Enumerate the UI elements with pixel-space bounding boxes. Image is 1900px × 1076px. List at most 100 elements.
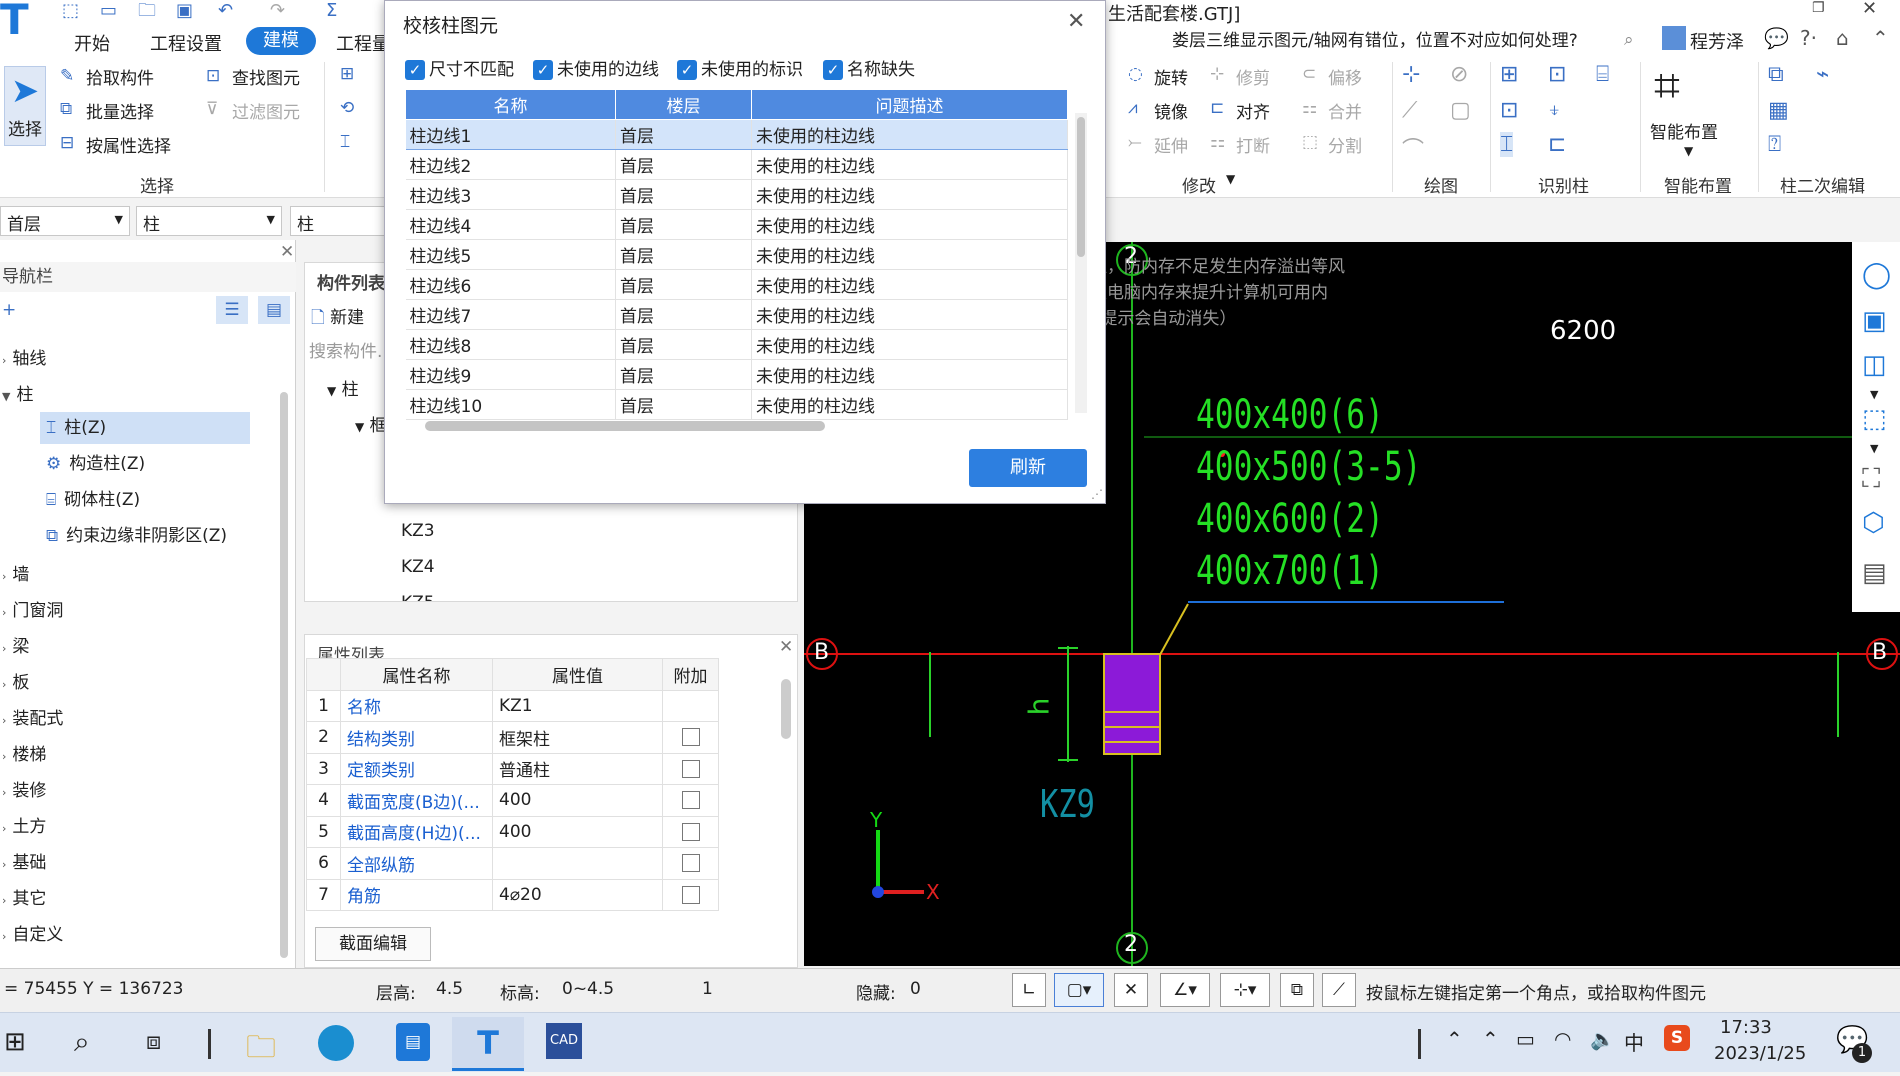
- nav-item[interactable]: › 轴线: [2, 344, 46, 369]
- col-table-icon[interactable]: ▦: [1768, 98, 1789, 123]
- property-scrollbar[interactable]: [781, 679, 791, 739]
- list-item[interactable]: KZ5: [401, 593, 435, 601]
- cell-name[interactable]: 柱边线8: [405, 329, 616, 360]
- skin-icon[interactable]: ⌂: [1836, 26, 1849, 50]
- property-value[interactable]: 400: [492, 784, 663, 817]
- draw-point-icon[interactable]: ⊹: [1402, 62, 1420, 87]
- offset-input-icon[interactable]: ⊹▾: [1220, 973, 1270, 1007]
- cell-floor[interactable]: 首层: [615, 329, 752, 360]
- object-snap-icon[interactable]: ▢▾: [1054, 973, 1104, 1007]
- nav-sub-item[interactable]: ⧉ 约束边缘非阴影区(Z): [40, 520, 227, 552]
- extra-checkbox-cell[interactable]: [662, 689, 719, 722]
- table-vertical-scrollbar[interactable]: [1075, 113, 1087, 413]
- nav-scrollbar[interactable]: [280, 392, 288, 958]
- identify-col-big-icon[interactable]: ⌸: [1596, 62, 1609, 87]
- extra-checkbox-cell[interactable]: [662, 878, 719, 911]
- app-logo-icon[interactable]: T: [0, 0, 34, 44]
- ime-indicator[interactable]: 中: [1624, 1027, 1644, 1056]
- table-row[interactable]: 柱边线5 首层 未使用的柱边线: [405, 239, 1068, 270]
- identify-col-check-icon[interactable]: ⌶: [1500, 132, 1514, 157]
- extra-checkbox-cell[interactable]: [662, 847, 719, 880]
- view-cube-icon[interactable]: ⬚: [1862, 404, 1887, 434]
- file-explorer-icon[interactable]: 🗀: [246, 1025, 276, 1076]
- pick-component-button[interactable]: 拾取构件: [86, 64, 154, 89]
- document-app-icon[interactable]: ▤: [396, 1023, 430, 1061]
- tree-root[interactable]: ▼ 柱: [327, 375, 359, 400]
- resize-grip-icon[interactable]: ⋰: [1091, 487, 1103, 501]
- filter-unused-edges[interactable]: ✓ 未使用的边线: [533, 55, 659, 80]
- undo-icon[interactable]: ↶: [218, 2, 233, 20]
- nav-item[interactable]: › 墙: [2, 560, 29, 585]
- wifi-icon[interactable]: ◠: [1554, 1027, 1571, 1051]
- windows-start-icon[interactable]: ⊞: [4, 1027, 26, 1057]
- user-name[interactable]: 程芳泽: [1690, 28, 1744, 54]
- identify-col-edge-icon[interactable]: ⊡: [1500, 98, 1518, 123]
- column-kz9[interactable]: [1103, 653, 1161, 755]
- cell-description[interactable]: 未使用的柱边线: [751, 239, 1068, 270]
- cell-description[interactable]: 未使用的柱边线: [751, 299, 1068, 330]
- draw-line-icon[interactable]: ⟋: [1402, 98, 1417, 123]
- chat-icon[interactable]: 💬: [1764, 26, 1789, 50]
- sum-icon[interactable]: Σ: [326, 2, 337, 20]
- restore-window-icon[interactable]: ❐: [1812, 0, 1825, 16]
- cell-name[interactable]: 柱边线4: [405, 209, 616, 240]
- cell-name[interactable]: 柱边线5: [405, 239, 616, 270]
- clock-date[interactable]: 2023/1/25: [1714, 1043, 1806, 1064]
- new-component-button[interactable]: 🗋 新建: [311, 303, 364, 334]
- nav-item[interactable]: › 装配式: [2, 704, 63, 729]
- nav-item[interactable]: › 板: [2, 668, 29, 693]
- help-icon[interactable]: ?·: [1800, 26, 1817, 50]
- filter-unused-marks[interactable]: ✓ 未使用的标识: [677, 55, 803, 80]
- trim-button[interactable]: 修剪: [1236, 64, 1270, 89]
- draw-rotate-point-icon[interactable]: ⊘: [1450, 62, 1468, 87]
- cell-description[interactable]: 未使用的柱边线: [751, 119, 1068, 150]
- detail-view-icon[interactable]: ▤: [258, 296, 290, 324]
- save-icon[interactable]: ▣: [176, 2, 193, 20]
- list-item[interactable]: KZ3: [401, 521, 435, 541]
- merge-button[interactable]: 合并: [1328, 98, 1362, 123]
- dynamic-observe-icon[interactable]: ◯: [1862, 260, 1891, 290]
- identify-col-mark-icon[interactable]: ⍖: [1548, 98, 1561, 123]
- polyline-icon[interactable]: ⟋: [1322, 973, 1356, 1007]
- cell-description[interactable]: 未使用的柱边线: [751, 359, 1068, 390]
- property-close-icon[interactable]: ✕: [779, 637, 793, 657]
- property-value[interactable]: 普通柱: [492, 752, 663, 785]
- filter-element-button[interactable]: 过滤图元: [232, 98, 300, 123]
- cell-floor[interactable]: 首层: [615, 179, 752, 210]
- collapse-icon[interactable]: ⌃: [1872, 26, 1889, 50]
- gtj-app-icon[interactable]: T: [452, 1017, 524, 1071]
- list-view-icon[interactable]: ☰: [216, 296, 248, 324]
- layer-icon[interactable]: ⧉: [1280, 973, 1314, 1007]
- tray-up-icon[interactable]: ⌃: [1482, 1027, 1499, 1051]
- tab-modeling[interactable]: 建模: [246, 27, 316, 55]
- cell-floor[interactable]: 首层: [615, 239, 752, 270]
- tab-project-settings[interactable]: 工程设置: [150, 30, 222, 56]
- view-3d-icon[interactable]: ▣: [1862, 306, 1887, 336]
- new-file-icon[interactable]: ⬚: [62, 2, 79, 20]
- extra-checkbox[interactable]: [681, 728, 700, 747]
- display-setting-icon[interactable]: ⬡: [1862, 508, 1885, 538]
- mirror-button[interactable]: 镜像: [1154, 98, 1188, 123]
- view-top-icon[interactable]: ◫: [1862, 350, 1887, 380]
- extra-checkbox-cell[interactable]: [662, 815, 719, 848]
- restore-icon[interactable]: ⌶: [340, 132, 350, 152]
- extra-checkbox[interactable]: [681, 759, 700, 778]
- help-search-box[interactable]: 娄层三维显示图元/轴网有错位，位置不对应如何处理?: [1172, 26, 1642, 54]
- table-row[interactable]: 柱边线7 首层 未使用的柱边线: [405, 299, 1068, 330]
- set-icon[interactable]: ⊞: [340, 64, 354, 84]
- break-button[interactable]: 打断: [1236, 132, 1270, 157]
- cell-name[interactable]: 柱边线9: [405, 359, 616, 390]
- extra-checkbox[interactable]: [681, 885, 700, 904]
- table-row[interactable]: 6 全部纵筋: [306, 847, 719, 880]
- cell-description[interactable]: 未使用的柱边线: [751, 179, 1068, 210]
- property-value[interactable]: 4⌀20: [492, 878, 663, 911]
- smart-layout-icon[interactable]: ⌗: [1654, 58, 1680, 114]
- scroll-thumb[interactable]: [1077, 117, 1085, 257]
- extra-checkbox[interactable]: [681, 854, 700, 873]
- cell-floor[interactable]: 首层: [615, 359, 752, 390]
- extra-checkbox[interactable]: [681, 791, 700, 810]
- nav-item[interactable]: › 楼梯: [2, 740, 46, 765]
- type-select[interactable]: 柱: [290, 206, 386, 236]
- property-value[interactable]: 框架柱: [492, 721, 663, 754]
- search-icon[interactable]: ⌕: [1624, 30, 1634, 50]
